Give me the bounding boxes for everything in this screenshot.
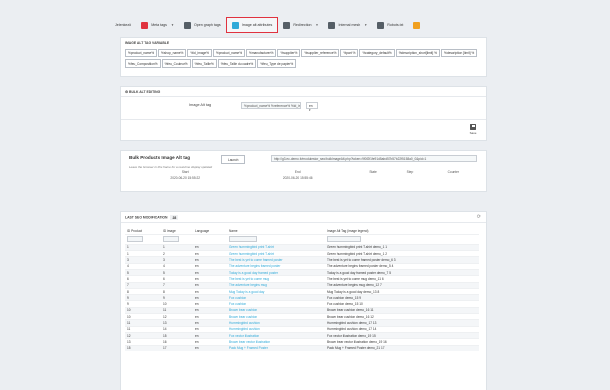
image-alt-variables-panel: IMAGE ALT TAG VARIABLE %product_name% %sh… [120, 37, 487, 77]
bulk-editing-title-text: BULK ALT EDITING [129, 90, 161, 94]
variable-chip[interactable]: %description [limit] % [440, 49, 478, 58]
share-icon [183, 21, 191, 29]
save-icon [470, 124, 476, 130]
module-tab-bar: Jelenkezö Meta tags ▼ Open graph tags Image … [110, 16, 495, 34]
tab-label: Open graph tags [193, 23, 221, 27]
column-filter-input[interactable] [163, 235, 179, 242]
tab-label: Redirection [293, 23, 312, 27]
variable-chip-list: %product_name% %shop_name% %id_image% %prod… [125, 49, 482, 70]
modifications-table: ID Product ID image Language Name Image Alt … [125, 228, 479, 352]
redirect-icon [283, 21, 291, 29]
filter-cell [325, 233, 479, 245]
bulk-url-field[interactable]: http://g3.ec-demo.fr/modulestor_seo/bulk… [271, 154, 477, 162]
variable-chip[interactable]: %feu_Taille% [191, 59, 217, 68]
more-icon [413, 21, 421, 29]
variable-chip[interactable]: %feu_Composition% [125, 59, 161, 68]
chevron-down-icon: ▼ [170, 23, 174, 27]
refresh-icon[interactable]: ⟳ [477, 214, 481, 220]
chevron-down-icon: ▼ [364, 23, 368, 27]
bulk-products-panel: Bulk Products Image Alt tag Launch http:… [120, 150, 487, 192]
variable-chip[interactable]: %feu_Couleur% [161, 59, 191, 68]
filter-cell [227, 233, 325, 245]
variable-chip[interactable]: %shop_name% [158, 49, 187, 58]
tab-label: Robots.txt [387, 23, 404, 27]
bulk-cell [428, 175, 479, 181]
language-select[interactable]: en ▾ [306, 101, 318, 112]
table-cell: Pack Mug + Framed Poster demo_21 17 [325, 344, 479, 352]
variables-title: IMAGE ALT TAG VARIABLE [125, 41, 170, 45]
variable-chip[interactable]: %id_image% [187, 49, 212, 58]
table-cell: 17 [161, 344, 193, 352]
bulk-cell: 2020-06-20 15:55:46 [282, 176, 313, 180]
save-button[interactable]: Save [468, 124, 478, 135]
bulk-cell [392, 175, 427, 181]
tab-redirection[interactable]: Redirection ▼ [278, 18, 323, 32]
image-icon [231, 21, 239, 29]
tag-icon [141, 21, 149, 29]
launch-button[interactable]: Launch [221, 155, 246, 164]
modifications-header: LAST SEO MODIFICATION 28 [125, 215, 179, 220]
save-label: Save [469, 131, 477, 135]
modifications-title: LAST SEO MODIFICATION [125, 215, 168, 220]
variable-chip[interactable]: %feu_Type de papier% [257, 59, 297, 68]
variable-chip[interactable]: %description_short[limit] % [395, 49, 440, 58]
filter-row [125, 233, 479, 245]
settings-icon: ⚙ [125, 90, 129, 94]
table-cell[interactable]: Pack Mug + Framed Poster [227, 344, 325, 352]
tab-internal-mesh[interactable]: Internal mesh ▼ [323, 18, 372, 32]
chevron-down-icon: ▼ [315, 23, 319, 27]
tab-image-alt-attributes[interactable]: Image alt attributes [225, 17, 279, 33]
variable-chip[interactable]: %product_name% [212, 49, 246, 58]
chevron-down-icon: ▾ [309, 108, 311, 112]
filter-cell [125, 233, 161, 245]
variable-chip[interactable]: %supplier% [277, 49, 301, 58]
tab-label: Jelenkezö [115, 23, 132, 27]
image-alt-tag-label: Image Alt tag [189, 103, 212, 107]
table-row: 15 17 en Pack Mug + Framed Poster Pack Mug +… [125, 344, 479, 352]
tab-meta-tags[interactable]: Meta tags ▼ [136, 18, 179, 32]
robot-icon [377, 21, 385, 29]
modifications-count-badge: 28 [170, 215, 179, 220]
filter-cell [193, 233, 227, 245]
image-alt-tag-input[interactable]: %product_name% %reference% %id_image% [241, 101, 301, 109]
tab-robots-txt[interactable]: Robots.txt [372, 18, 408, 32]
variable-chip[interactable]: %feu_Taille du cadre% [217, 59, 257, 68]
mesh-icon [328, 21, 336, 29]
bulk-cell: 2020-06-20 15:55:22 [170, 176, 201, 180]
column-filter-input[interactable] [127, 235, 143, 242]
bulk-products-title: Bulk Products Image Alt tag [129, 155, 191, 160]
tab-more[interactable] [408, 18, 428, 32]
bulk-progress-table: Start End State Step Counter 2020-06-20 15:5… [129, 169, 479, 181]
bulk-cell [354, 175, 392, 181]
filter-cell [161, 233, 193, 245]
tab-jelenkez[interactable]: Jelenkezö [110, 18, 136, 32]
tab-label: Image alt attributes [241, 23, 273, 27]
variable-chip[interactable]: %product_name% [125, 49, 158, 58]
tab-label: Internal mesh [338, 23, 361, 27]
tab-open-graph-tags[interactable]: Open graph tags [179, 18, 226, 32]
column-filter-input[interactable] [229, 235, 257, 242]
tab-label: Meta tags [151, 23, 167, 27]
table-cell: 15 [125, 344, 161, 352]
variable-chip[interactable]: %manufacturer% [246, 49, 277, 58]
variable-chip[interactable]: %part % [340, 49, 359, 58]
variable-chip[interactable]: %category_default% [359, 49, 395, 58]
column-filter-input[interactable] [327, 235, 361, 242]
last-seo-modification-panel: LAST SEO MODIFICATION 28 ⟳ ID Product ID … [120, 211, 487, 390]
table-cell: en [193, 344, 227, 352]
bulk-editing-title: ⚙ BULK ALT EDITING [125, 90, 160, 94]
variable-chip[interactable]: %supplier_reference% [301, 49, 340, 58]
bulk-alt-editing-panel: ⚙ BULK ALT EDITING Image Alt tag %produc… [120, 86, 487, 141]
